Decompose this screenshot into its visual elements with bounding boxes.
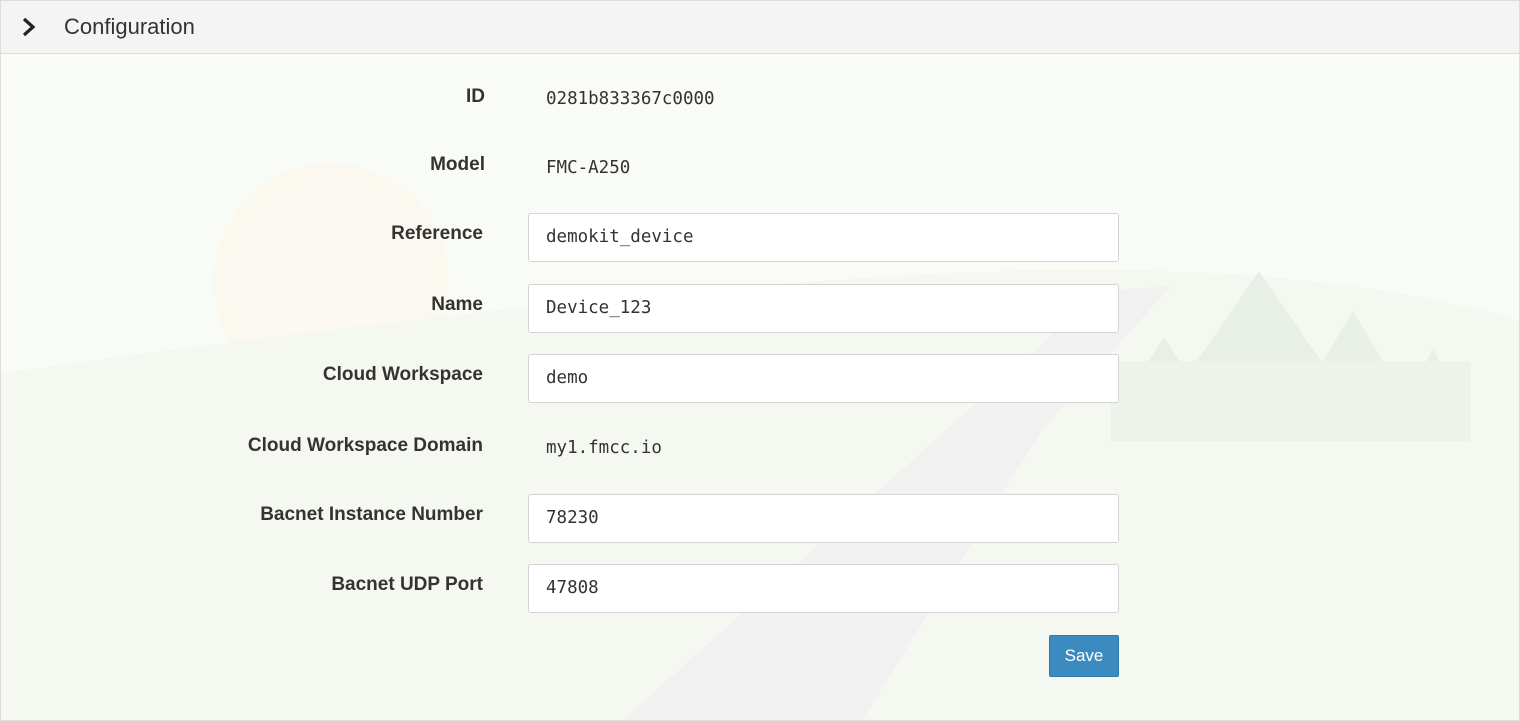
cloud-workspace-input[interactable]: demo — [528, 354, 1119, 403]
model-label: Model — [430, 154, 485, 175]
name-label: Name — [431, 294, 483, 315]
row-id: ID 0281b833367c0000 — [1, 84, 1519, 134]
configuration-panel: Configuration ID 0281b833367c0000 Model … — [0, 0, 1520, 721]
cloud-workspace-domain-value: my1.fmcc.io — [546, 438, 662, 458]
id-value: 0281b833367c0000 — [546, 89, 715, 109]
cloud-workspace-label: Cloud Workspace — [322, 364, 483, 385]
reference-input[interactable]: demokit_device — [528, 213, 1119, 262]
bacnet-instance-input[interactable]: 78230 — [528, 494, 1119, 543]
bacnet-udp-port-input[interactable]: 47808 — [528, 564, 1119, 613]
save-button[interactable]: Save — [1049, 635, 1119, 677]
reference-label: Reference — [391, 223, 483, 244]
bacnet-udp-port-label: Bacnet UDP Port — [331, 574, 483, 595]
bacnet-instance-label: Bacnet Instance Number — [260, 504, 483, 525]
name-input[interactable]: Device_123 — [528, 284, 1119, 333]
id-label: ID — [466, 86, 485, 107]
cloud-workspace-domain-label: Cloud Workspace Domain — [247, 435, 483, 456]
model-value: FMC-A250 — [546, 158, 631, 178]
row-model: Model FMC-A250 — [1, 152, 1519, 202]
